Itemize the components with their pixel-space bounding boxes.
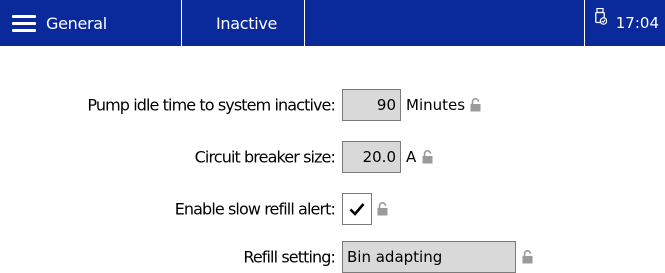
slow-refill-row: Enable slow refill alert: [0, 193, 665, 225]
breaker-unit: A [406, 148, 417, 166]
breaker-label: Circuit breaker size: [194, 147, 336, 167]
checkmark-icon [349, 203, 365, 216]
pump-idle-input[interactable]: 90 [342, 89, 401, 121]
lock-icon [470, 98, 481, 112]
menu-label: General [46, 13, 107, 33]
lock-icon [522, 250, 533, 264]
breaker-row: Circuit breaker size: 20.0 A [0, 141, 665, 173]
header-spacer [305, 0, 585, 46]
system-status: Inactive [182, 0, 305, 46]
pump-idle-label: Pump idle time to system inactive: [87, 95, 336, 115]
header-status-area: 17:04 [585, 0, 665, 46]
refill-setting-label: Refill setting: [243, 247, 336, 267]
slow-refill-label: Enable slow refill alert: [174, 199, 336, 219]
pump-idle-row: Pump idle time to system inactive: 90 Mi… [0, 89, 665, 121]
hamburger-icon [12, 14, 36, 32]
lock-icon [422, 150, 433, 164]
refill-setting-select[interactable]: Bin adapting [342, 241, 516, 273]
breaker-input[interactable]: 20.0 [342, 141, 401, 173]
refill-setting-row: Refill setting: Bin adapting [0, 241, 665, 273]
pump-idle-unit: Minutes [406, 96, 466, 114]
menu-button[interactable]: General [0, 0, 182, 46]
usb-drive-icon [595, 8, 607, 25]
slow-refill-checkbox[interactable] [342, 193, 372, 225]
top-bar: General Inactive 17:04 [0, 0, 665, 46]
clock: 17:04 [615, 14, 659, 32]
status-label: Inactive [216, 13, 278, 33]
lock-icon [377, 202, 388, 216]
